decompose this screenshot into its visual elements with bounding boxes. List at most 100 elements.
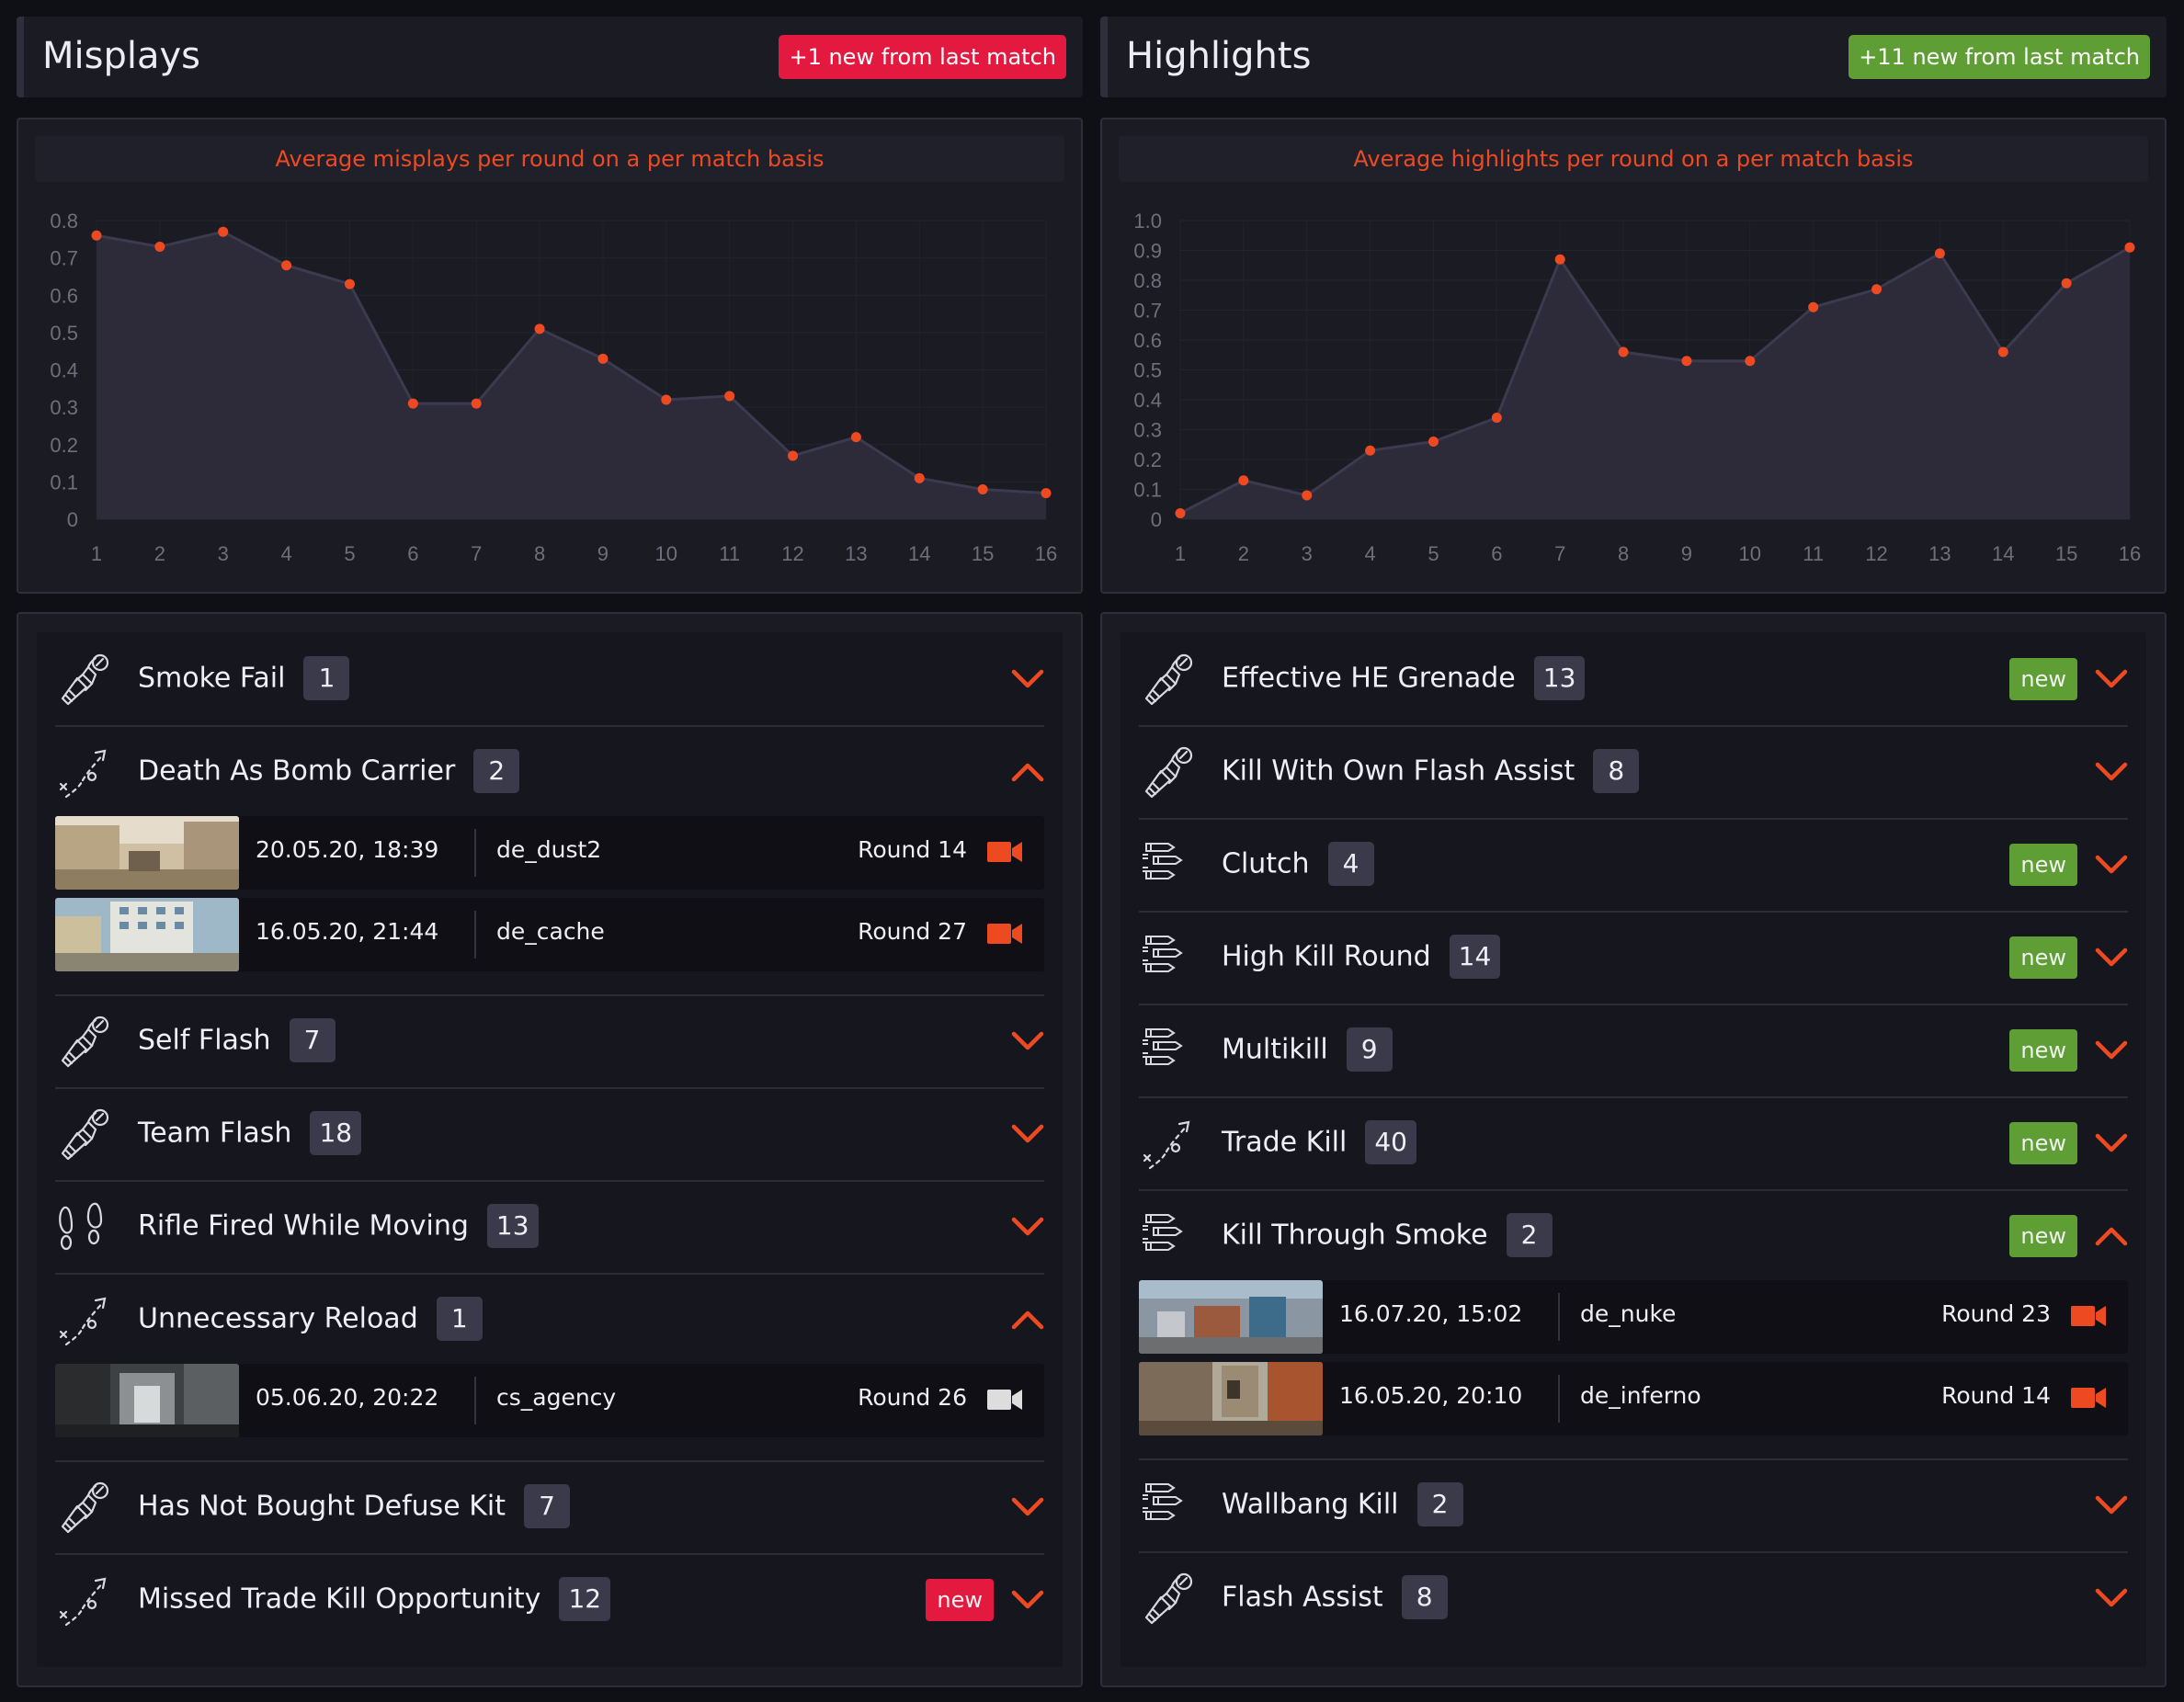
highlights-point[interactable] [1745, 356, 1756, 367]
chevron-down-icon[interactable] [1011, 668, 1044, 690]
misplays-point[interactable] [661, 394, 672, 405]
divider [1558, 1375, 1560, 1423]
highlights-point[interactable] [1428, 437, 1439, 447]
route-icon [55, 743, 112, 800]
misplays-point[interactable] [154, 241, 165, 252]
grenade-icon [55, 1106, 112, 1163]
misplays-item-smoke-fail[interactable]: Smoke Fail 1 [55, 632, 1044, 727]
highlights-point[interactable] [1934, 248, 1945, 259]
count-badge: 13 [486, 1204, 539, 1248]
chevron-up-icon[interactable] [2095, 1225, 2128, 1247]
chevron-down-icon[interactable] [1011, 1589, 1044, 1611]
misplays-item-team-flash[interactable]: Team Flash 18 [55, 1087, 1044, 1182]
misplays-point[interactable] [914, 472, 925, 483]
chevron-down-icon[interactable] [1011, 1496, 1044, 1518]
video-camera-icon[interactable] [987, 840, 1022, 864]
misplays-point[interactable] [597, 353, 609, 364]
misplays-point[interactable] [218, 226, 229, 237]
misplays-item-rifle-fired-while-moving[interactable]: Rifle Fired While Moving 13 [55, 1180, 1044, 1275]
highlights-item-wallbang-kill[interactable]: Wallbang Kill 2 [1139, 1458, 2128, 1553]
misplays-point[interactable] [977, 484, 988, 494]
chevron-down-icon[interactable] [2095, 1587, 2128, 1609]
map-thumbnail[interactable] [1139, 1280, 1323, 1354]
chevron-down-icon[interactable] [2095, 1132, 2128, 1154]
chevron-up-icon[interactable] [1011, 761, 1044, 783]
map-thumbnail[interactable] [55, 898, 239, 971]
item-title: Team Flash [138, 1117, 292, 1150]
event-row[interactable]: 05.06.20, 20:22 cs_agency Round 26 [55, 1364, 1044, 1437]
chevron-down-icon[interactable] [2095, 668, 2128, 690]
highlights-point[interactable] [1238, 475, 1249, 486]
highlights-chart[interactable]: 00.10.20.30.40.50.60.70.80.91.01 2 3 4 5 6 7 8 9… [1102, 119, 2168, 596]
event-row[interactable]: 20.05.20, 18:39 de_dust2 Round 14 [55, 816, 1044, 890]
map-thumbnail[interactable] [55, 816, 239, 890]
misplays-point[interactable] [471, 398, 482, 409]
video-camera-icon[interactable] [2071, 1304, 2106, 1328]
highlights-point[interactable] [2061, 278, 2072, 289]
misplays-point[interactable] [407, 398, 418, 409]
highlights-xtick: 3 [1302, 542, 1313, 565]
event-row[interactable]: 16.07.20, 15:02 de_nuke Round 23 [1139, 1280, 2128, 1354]
highlights-point[interactable] [1808, 301, 1819, 312]
highlights-point[interactable] [1997, 346, 2008, 357]
new-badge: new [2009, 936, 2077, 979]
highlights-item-flash-assist[interactable]: Flash Assist 8 [1139, 1551, 2128, 1644]
misplays-item-death-as-bomb-carrier[interactable]: Death As Bomb Carrier 2 20.05.20, 18:39 d… [55, 725, 1044, 996]
highlights-item-effective-he-grenade[interactable]: Effective HE Grenade 13 new [1139, 632, 2128, 727]
map-thumbnail[interactable] [55, 1364, 239, 1437]
chevron-down-icon[interactable] [2095, 854, 2128, 876]
video-camera-icon[interactable] [987, 922, 1022, 946]
event-round: Round 27 [858, 918, 967, 945]
highlights-point[interactable] [1365, 445, 1376, 456]
misplays-chart[interactable]: 00.10.20.30.40.50.60.70.81 2 3 4 5 6 7 8 9 10 11 12… [18, 119, 1085, 596]
misplays-title: Misplays [42, 35, 200, 77]
event-map: de_inferno [1580, 1382, 1701, 1409]
event-date: 20.05.20, 18:39 [256, 836, 439, 863]
misplays-point[interactable] [534, 323, 545, 335]
highlights-item-trade-kill[interactable]: Trade Kill 40 new [1139, 1096, 2128, 1191]
misplays-point[interactable] [1041, 488, 1052, 499]
chevron-down-icon[interactable] [1011, 1030, 1044, 1052]
chevron-down-icon[interactable] [2095, 947, 2128, 969]
misplays-item-has-not-bought-defuse-kit[interactable]: Has Not Bought Defuse Kit 7 [55, 1460, 1044, 1555]
video-camera-disabled-icon [987, 1388, 1022, 1412]
chevron-down-icon[interactable] [1011, 1216, 1044, 1238]
highlights-xtick: 10 [1739, 542, 1761, 565]
misplays-point[interactable] [344, 278, 355, 289]
highlights-point[interactable] [1175, 508, 1186, 518]
event-round: Round 14 [1941, 1382, 2051, 1409]
misplays-point[interactable] [788, 450, 799, 461]
chevron-up-icon[interactable] [1011, 1309, 1044, 1331]
chevron-down-icon[interactable] [2095, 761, 2128, 783]
highlights-item-multikill[interactable]: Multikill 9 new [1139, 1004, 2128, 1098]
misplays-point[interactable] [724, 391, 735, 402]
map-thumbnail[interactable] [1139, 1362, 1323, 1435]
highlights-item-clutch[interactable]: Clutch 4 new [1139, 818, 2128, 913]
misplays-point[interactable] [850, 432, 861, 443]
highlights-point[interactable] [1302, 490, 1313, 501]
event-row[interactable]: 16.05.20, 21:44 de_cache Round 27 [55, 898, 1044, 971]
highlights-item-kill-with-own-flash-assist[interactable]: Kill With Own Flash Assist 8 [1139, 725, 2128, 820]
misplays-point[interactable] [91, 230, 102, 241]
event-row[interactable]: 16.05.20, 20:10 de_inferno Round 14 [1139, 1362, 2128, 1435]
new-badge: new [2009, 1215, 2077, 1257]
misplays-item-unnecessary-reload[interactable]: Unnecessary Reload 1 05.06.20, 20:22 cs_a… [55, 1273, 1044, 1462]
misplays-item-self-flash[interactable]: Self Flash 7 [55, 994, 1044, 1089]
highlights-point[interactable] [2124, 242, 2135, 253]
count-badge: 2 [1416, 1482, 1463, 1526]
misplays-item-missed-trade-kill-opportunity[interactable]: Missed Trade Kill Opportunity 12 new [55, 1553, 1044, 1646]
highlights-point[interactable] [1491, 413, 1502, 423]
chevron-down-icon[interactable] [2095, 1494, 2128, 1516]
highlights-point[interactable] [1618, 346, 1629, 357]
chevron-down-icon[interactable] [1011, 1123, 1044, 1145]
misplays-point[interactable] [281, 260, 292, 271]
highlights-item-high-kill-round[interactable]: High Kill Round 14 new [1139, 911, 2128, 1005]
highlights-point[interactable] [1871, 284, 1883, 295]
highlights-point[interactable] [1554, 254, 1565, 265]
video-camera-icon[interactable] [2071, 1386, 2106, 1410]
highlights-point[interactable] [1681, 356, 1692, 367]
count-badge: 13 [1533, 656, 1586, 700]
item-label: Trade Kill 40 [1222, 1120, 1416, 1164]
highlights-item-kill-through-smoke[interactable]: Kill Through Smoke 2 new 16.07.20, 15:02 d… [1139, 1189, 2128, 1460]
chevron-down-icon[interactable] [2095, 1039, 2128, 1061]
